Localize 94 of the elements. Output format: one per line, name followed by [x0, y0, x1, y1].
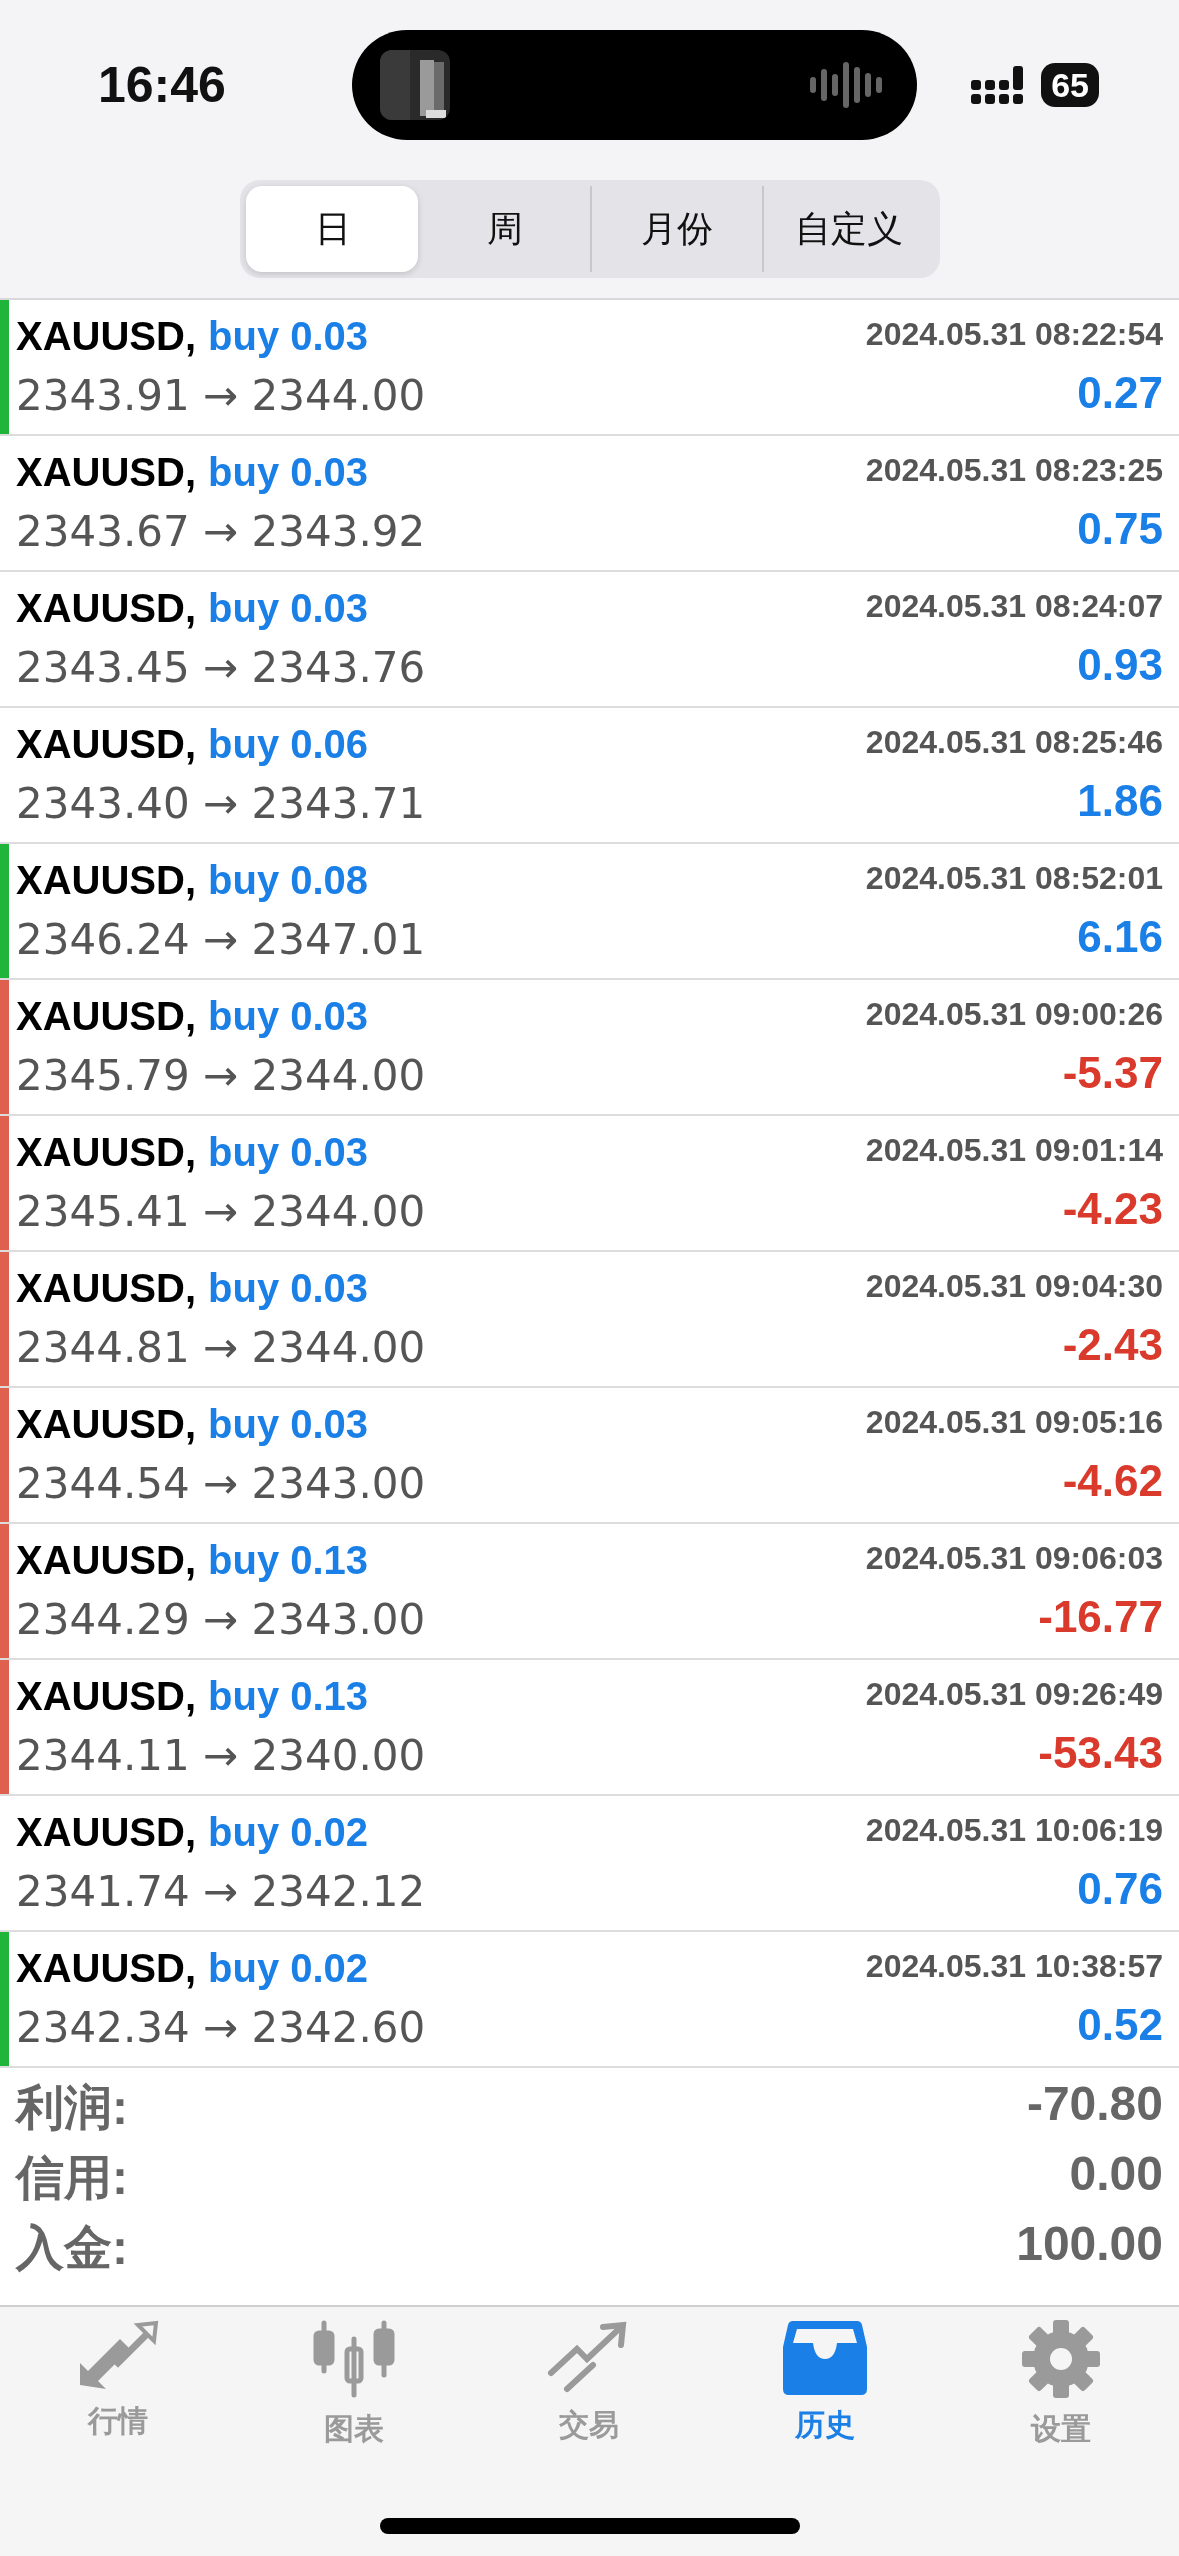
- deal-row[interactable]: XAUUSD, buy 0.02 2342.34 → 2342.60 2024.05.31 10:38:57 0.52: [0, 1932, 1179, 2068]
- symbol: XAUUSD,: [16, 1946, 197, 1991]
- symbol: XAUUSD,: [16, 586, 197, 631]
- symbol: XAUUSD,: [16, 722, 197, 767]
- deal-time: 2024.05.31 10:06:19: [865, 1811, 1163, 1849]
- deal-volume: buy 0.03: [208, 314, 369, 359]
- deal-time: 2024.05.31 09:26:49: [865, 1675, 1163, 1713]
- deal-row[interactable]: XAUUSD, buy 0.03 2343.67 → 2343.92 2024.05.31 08:23:25 0.75: [0, 436, 1179, 572]
- deal-time: 2024.05.31 09:04:30: [865, 1267, 1163, 1305]
- deal-volume: buy 0.02: [208, 1810, 369, 1855]
- summary-value: -70.80: [1026, 2076, 1163, 2132]
- price-range: 2344.29 → 2343.00: [16, 1595, 427, 1644]
- deal-profit: 0.76: [1077, 1864, 1163, 1915]
- price-range: 2345.79 → 2344.00: [16, 1051, 427, 1100]
- symbol: XAUUSD,: [16, 1538, 197, 1583]
- deal-time: 2024.05.31 08:22:54: [865, 315, 1163, 353]
- deal-time: 2024.05.31 09:01:14: [865, 1131, 1163, 1169]
- deal-profit: -16.77: [1038, 1592, 1163, 1643]
- deal-row[interactable]: XAUUSD, buy 0.02 2341.74 → 2342.12 2024.05.31 10:06:19 0.76: [0, 1796, 1179, 1932]
- price-range: 2344.11 → 2340.00: [16, 1731, 427, 1780]
- deal-time: 2024.05.31 09:06:03: [865, 1539, 1163, 1577]
- deal-row[interactable]: XAUUSD, buy 0.03 2344.81 → 2344.00 2024.05.31 09:04:30 -2.43: [0, 1252, 1179, 1388]
- deal-time: 2024.05.31 10:38:57: [865, 1947, 1163, 1985]
- price-range: 2343.67 → 2343.92: [16, 507, 427, 556]
- tab-bar-item[interactable]: 历史: [707, 2319, 944, 2450]
- deal-row[interactable]: XAUUSD, buy 0.03 2343.45 → 2343.76 2024.05.31 08:24:07 0.93: [0, 572, 1179, 708]
- deal-profit: 0.93: [1077, 640, 1163, 691]
- symbol: XAUUSD,: [16, 994, 197, 1039]
- deal-profit: -4.62: [1062, 1456, 1163, 1507]
- deal-volume: buy 0.03: [208, 1266, 369, 1311]
- symbol: XAUUSD,: [16, 1266, 197, 1311]
- symbol: XAUUSD,: [16, 450, 197, 495]
- deal-time: 2024.05.31 08:25:46: [865, 723, 1163, 761]
- deal-time: 2024.05.31 08:23:25: [865, 451, 1163, 489]
- deal-row[interactable]: XAUUSD, buy 0.03 2345.41 → 2344.00 2024.05.31 09:01:14 -4.23: [0, 1116, 1179, 1252]
- price-range: 2343.40 → 2343.71: [16, 779, 427, 828]
- deal-profit: -53.43: [1038, 1728, 1163, 1779]
- status-time: 16:46: [98, 56, 227, 114]
- price-range: 2345.41 → 2344.00: [16, 1187, 427, 1236]
- summary-label: 利润:: [16, 2080, 128, 2136]
- deal-volume: buy 0.03: [208, 1130, 369, 1175]
- period-tab[interactable]: 月份: [589, 186, 762, 272]
- deal-time: 2024.05.31 09:05:16: [865, 1403, 1163, 1441]
- price-range: 2346.24 → 2347.01: [16, 915, 427, 964]
- candlestick-icon: [311, 2319, 396, 2399]
- deal-profit: 0.27: [1077, 368, 1163, 419]
- price-range: 2344.81 → 2344.00: [16, 1323, 427, 1372]
- battery-level: 65: [1041, 63, 1099, 107]
- deal-row[interactable]: XAUUSD, buy 0.03 2343.91 → 2344.00 2024.05.31 08:22:54 0.27: [0, 300, 1179, 436]
- deal-volume: buy 0.06: [208, 722, 369, 767]
- deal-volume: buy 0.13: [208, 1674, 369, 1719]
- deal-time: 2024.05.31 08:24:07: [865, 587, 1163, 625]
- deal-profit: -5.37: [1062, 1048, 1163, 1099]
- deal-volume: buy 0.03: [208, 994, 369, 1039]
- price-range: 2342.34 → 2342.60: [16, 2003, 427, 2052]
- deal-profit: 0.75: [1077, 504, 1163, 555]
- summary-value: 0.00: [1069, 2146, 1163, 2202]
- price-range: 2344.54 → 2343.00: [16, 1459, 427, 1508]
- summary-label: 入金:: [16, 2220, 128, 2276]
- deal-profit: -2.43: [1062, 1320, 1163, 1371]
- period-tab[interactable]: 周: [417, 186, 590, 272]
- symbol: XAUUSD,: [16, 314, 197, 359]
- symbol: XAUUSD,: [16, 1402, 197, 1447]
- price-range: 2343.45 → 2343.76: [16, 643, 427, 692]
- deal-row[interactable]: XAUUSD, buy 0.13 2344.29 → 2343.00 2024.05.31 09:06:03 -16.77: [0, 1524, 1179, 1660]
- inbox-icon: [783, 2319, 868, 2395]
- deal-time: 2024.05.31 09:00:26: [865, 995, 1163, 1033]
- symbol: XAUUSD,: [16, 1674, 197, 1719]
- deal-volume: buy 0.03: [208, 586, 369, 631]
- deal-profit: -4.23: [1062, 1184, 1163, 1235]
- gear-icon: [1021, 2319, 1102, 2399]
- deal-row[interactable]: XAUUSD, buy 0.08 2346.24 → 2347.01 2024.05.31 08:52:01 6.16: [0, 844, 1179, 980]
- deal-volume: buy 0.03: [208, 450, 369, 495]
- summary-value: 100.00: [1016, 2216, 1163, 2272]
- price-range: 2341.74 → 2342.12: [16, 1867, 427, 1916]
- symbol: XAUUSD,: [16, 858, 197, 903]
- period-tab[interactable]: 日: [245, 186, 418, 272]
- symbol: XAUUSD,: [16, 1810, 197, 1855]
- deal-time: 2024.05.31 08:52:01: [865, 859, 1163, 897]
- deal-volume: buy 0.13: [208, 1538, 369, 1583]
- deal-profit: 6.16: [1077, 912, 1163, 963]
- deal-row[interactable]: XAUUSD, buy 0.06 2343.40 → 2343.71 2024.05.31 08:25:46 1.86: [0, 708, 1179, 844]
- price-range: 2343.91 → 2344.00: [16, 371, 427, 420]
- deal-volume: buy 0.08: [208, 858, 369, 903]
- deal-row[interactable]: XAUUSD, buy 0.03 2344.54 → 2343.00 2024.05.31 09:05:16 -4.62: [0, 1388, 1179, 1524]
- summary-label: 信用:: [16, 2150, 128, 2206]
- deal-volume: buy 0.02: [208, 1946, 369, 1991]
- deal-profit: 1.86: [1077, 776, 1163, 827]
- deal-row[interactable]: XAUUSD, buy 0.03 2345.79 → 2344.00 2024.05.31 09:00:26 -5.37: [0, 980, 1179, 1116]
- deal-volume: buy 0.03: [208, 1402, 369, 1447]
- period-tab[interactable]: 自定义: [761, 186, 934, 272]
- symbol: XAUUSD,: [16, 1130, 197, 1175]
- deal-row[interactable]: XAUUSD, buy 0.13 2344.11 → 2340.00 2024.05.31 09:26:49 -53.43: [0, 1660, 1179, 1796]
- deal-profit: 0.52: [1077, 2000, 1163, 2051]
